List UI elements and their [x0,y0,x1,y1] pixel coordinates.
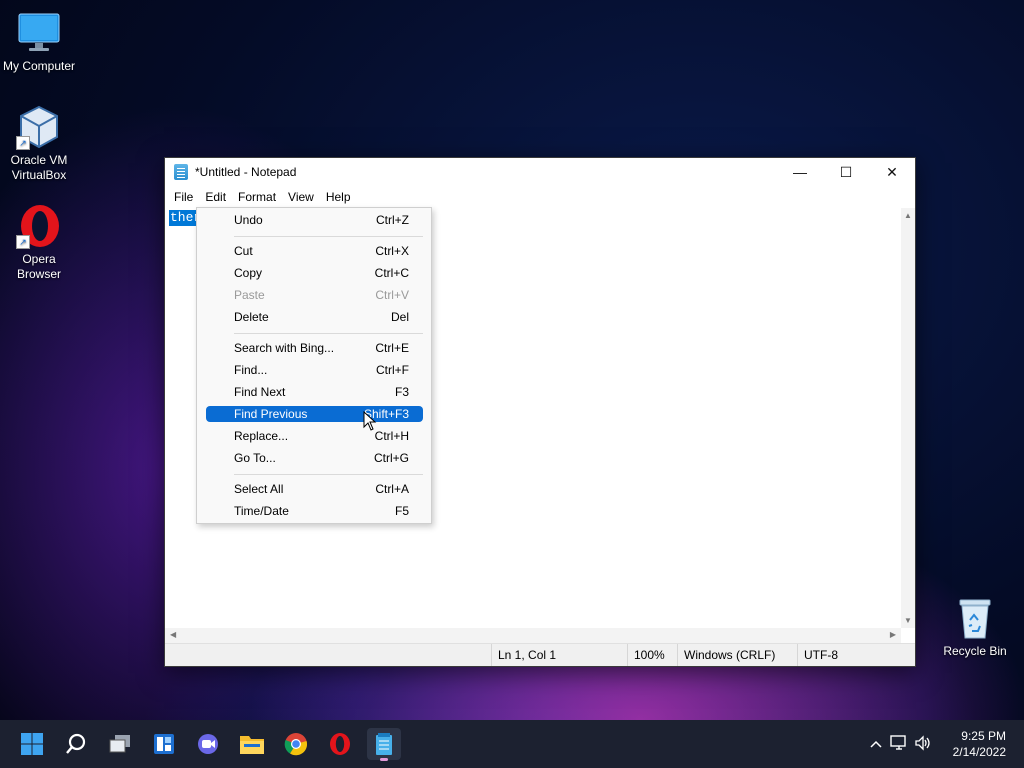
mouse-cursor-icon [363,410,377,434]
chrome-icon [284,733,308,756]
search-icon [66,733,86,754]
vertical-scrollbar[interactable]: ▲ ▼ [901,208,915,628]
notepad-taskbar-button[interactable] [367,728,401,761]
menu-item-time-date[interactable]: Time/Date F5 [206,503,423,519]
scroll-right-icon[interactable]: ▶ [890,630,896,639]
widgets-icon [154,734,174,754]
desktop-icon-label: Oracle VM [10,153,68,167]
maximize-button[interactable]: ☐ [823,158,869,186]
system-tray [866,720,934,768]
menu-item-cut[interactable]: Cut Ctrl+X [206,243,423,259]
menu-item-find-previous[interactable]: Find Previous Shift+F3 [206,406,423,422]
minimize-icon: — [793,164,807,180]
menu-format[interactable]: Format [232,186,282,208]
notepad-icon [174,164,188,180]
menu-item-find[interactable]: Find... Ctrl+F [206,362,423,378]
status-bar: Ln 1, Col 1 100% Windows (CRLF) UTF-8 [165,643,915,666]
edit-menu-dropdown: Undo Ctrl+Z Cut Ctrl+X Copy Ctrl+C Paste Ctr… [196,207,432,524]
menu-item-select-all[interactable]: Select All Ctrl+A [206,481,423,497]
close-icon: ✕ [886,163,898,180]
file-explorer-button[interactable] [235,728,269,760]
desktop-icon-opera[interactable]: ↗ Opera Browser [0,203,78,282]
active-indicator [380,758,388,761]
close-button[interactable]: ✕ [869,158,915,186]
desktop-icon-label: Browser [16,267,61,281]
desktop-icon-virtualbox[interactable]: ↗ Oracle VM VirtualBox [0,104,78,183]
maximize-icon: ☐ [839,163,853,180]
task-view-icon [109,735,130,753]
shortcut-arrow-icon: ↗ [16,136,30,150]
opera-icon: ↗ [16,203,62,249]
menu-separator [234,333,423,334]
network-icon[interactable] [886,734,912,754]
search-button[interactable] [59,728,93,760]
menu-bar: File Edit Format View Help [165,186,915,208]
menu-file[interactable]: File [168,186,199,208]
desktop-icon-recycle-bin[interactable]: Recycle Bin [942,596,1008,658]
file-explorer-icon [240,736,264,754]
start-button[interactable] [15,728,49,760]
recycle-bin-label: Recycle Bin [943,644,1007,658]
menu-item-paste[interactable]: Paste Ctrl+V [206,287,423,303]
menu-item-copy[interactable]: Copy Ctrl+C [206,265,423,281]
menu-separator [234,474,423,475]
menu-item-search-bing[interactable]: Search with Bing... Ctrl+E [206,340,423,356]
menu-help[interactable]: Help [320,186,357,208]
menu-edit[interactable]: Edit [199,186,233,208]
desktop-icon-label: VirtualBox [11,168,67,182]
menu-item-undo[interactable]: Undo Ctrl+Z [206,212,423,228]
opera-taskbar-button[interactable] [323,728,357,760]
recycle-bin-icon [955,596,995,640]
status-encoding: UTF-8 [797,644,914,666]
scroll-down-icon[interactable]: ▼ [901,616,915,625]
volume-icon[interactable] [912,734,934,754]
title-bar[interactable]: *Untitled - Notepad — ☐ ✕ [165,158,915,186]
chat-icon [198,734,218,754]
menu-item-delete[interactable]: Delete Del [206,309,423,325]
window-title: *Untitled - Notepad [195,165,297,179]
opera-icon [330,733,350,755]
widgets-button[interactable] [147,728,181,760]
virtualbox-icon: ↗ [16,104,62,150]
status-position: Ln 1, Col 1 [491,644,556,666]
notepad-icon [376,733,392,755]
chevron-up-icon[interactable] [866,737,886,751]
menu-separator [234,236,423,237]
chat-button[interactable] [191,728,225,760]
shortcut-arrow-icon: ↗ [16,235,30,249]
clock[interactable]: 9:25 PM 2/14/2022 [953,728,1006,760]
taskbar: 9:25 PM 2/14/2022 [0,720,1024,768]
task-view-button[interactable] [103,728,137,760]
menu-item-go-to[interactable]: Go To... Ctrl+G [206,450,423,466]
scroll-left-icon[interactable]: ◀ [170,630,176,639]
desktop-icon-my-computer[interactable]: My Computer [0,10,78,74]
status-zoom: 100% [627,644,665,666]
chrome-button[interactable] [279,728,313,760]
monitor-icon [16,10,62,56]
start-icon [21,733,43,755]
desktop-icon-label: Opera [22,252,56,266]
menu-item-replace[interactable]: Replace... Ctrl+H [206,428,423,444]
clock-time: 9:25 PM [961,729,1006,743]
horizontal-scrollbar[interactable]: ◀ ▶ [165,628,901,644]
desktop-icon-label: My Computer [2,59,76,73]
status-line-endings: Windows (CRLF) [677,644,775,666]
clock-date: 2/14/2022 [952,745,1006,759]
menu-view[interactable]: View [282,186,320,208]
minimize-button[interactable]: — [777,158,823,186]
scroll-up-icon[interactable]: ▲ [901,211,915,220]
menu-item-find-next[interactable]: Find Next F3 [206,384,423,400]
